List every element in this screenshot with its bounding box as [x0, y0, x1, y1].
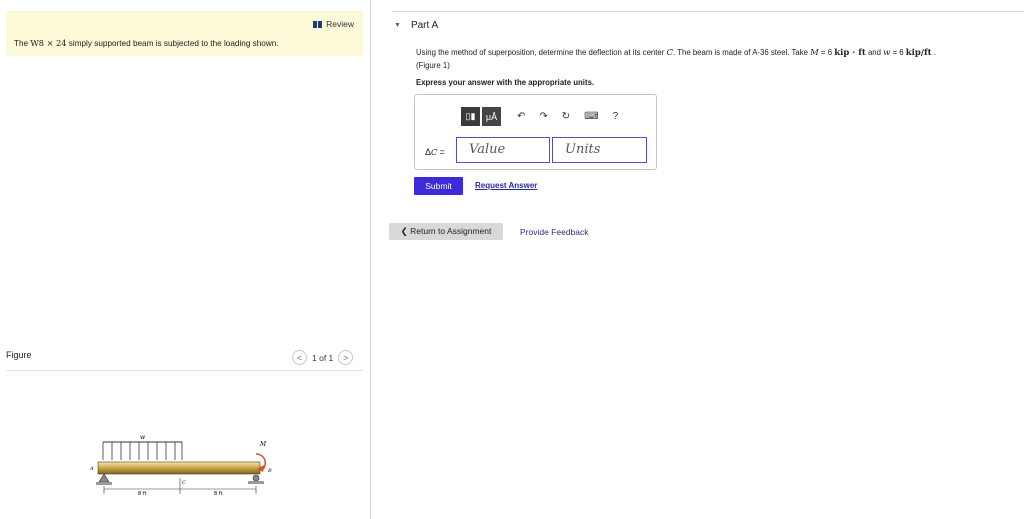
roller-support-b: [248, 474, 264, 484]
answer-label: ΔC =: [425, 147, 445, 157]
redo-icon[interactable]: ↷: [539, 111, 547, 122]
book-icon: [313, 20, 323, 28]
dim-right-label: 8 ft: [214, 491, 222, 497]
problem-statement-box: Review The W8 × 24 simply supported beam…: [6, 11, 363, 56]
templates-button[interactable]: ▯▮: [461, 107, 480, 126]
q-text-4: and: [865, 48, 884, 57]
problem-text: The W8 × 24 simply supported beam is sub…: [14, 38, 279, 48]
figure-divider: [6, 370, 363, 371]
provide-feedback-link[interactable]: Provide Feedback: [520, 227, 589, 237]
collapse-triangle-icon[interactable]: ▼: [394, 22, 401, 29]
answer-box: ▯▮ μÅ ↶ ↷ ↻ ⌨ ? ΔC = Value Units: [414, 94, 657, 170]
q-unit-2: kip/ft: [905, 48, 932, 58]
q-text-6: .: [931, 48, 936, 57]
dim-left-label: 8 ft: [138, 491, 146, 497]
problem-panel: Review The W8 × 24 simply supported beam…: [0, 0, 371, 519]
reset-icon[interactable]: ↻: [562, 111, 570, 122]
pin-support-a: [96, 473, 112, 485]
q-text-5: = 6: [890, 48, 906, 57]
undo-icon[interactable]: ↶: [517, 111, 525, 122]
submit-button[interactable]: Submit: [414, 177, 463, 195]
units-input[interactable]: Units: [552, 137, 647, 163]
figure-pager: < 1 of 1 >: [292, 350, 354, 365]
q-unit-1: kip · ft: [834, 48, 866, 58]
dimension-lines: [103, 478, 257, 494]
top-rule: [392, 11, 1024, 12]
beam-figure: w M A B C 8 ft 8 ft: [89, 434, 272, 497]
w-label: w: [140, 434, 146, 441]
q-var-m: M: [810, 48, 819, 58]
request-answer-link[interactable]: Request Answer: [475, 181, 537, 190]
return-to-assignment-button[interactable]: ❮ Return to Assignment: [389, 223, 503, 240]
problem-prefix: The: [14, 39, 31, 48]
distributed-load: [102, 441, 183, 460]
b-label: B: [267, 468, 272, 474]
c-label: C: [182, 480, 186, 486]
a-label: A: [89, 466, 94, 472]
beam-shape: W8 × 24: [30, 38, 67, 48]
prev-figure-button[interactable]: <: [292, 350, 307, 365]
instructions: Express your answer with the appropriate…: [416, 78, 595, 87]
next-figure-button[interactable]: >: [338, 350, 354, 365]
q-text-3: = 6: [818, 48, 835, 57]
part-title: Part A: [410, 20, 439, 31]
part-a-header[interactable]: ▼ Part A: [394, 20, 438, 31]
figure-reference-link[interactable]: (Figure 1): [416, 61, 450, 70]
beam: [97, 461, 261, 475]
m-label: M: [259, 441, 267, 448]
keyboard-icon[interactable]: ⌨: [584, 111, 598, 122]
units-button[interactable]: μÅ: [482, 107, 501, 126]
question-text: Using the method of superposition, deter…: [416, 48, 936, 58]
figure-label: Figure: [6, 350, 32, 360]
help-icon[interactable]: ?: [613, 111, 619, 122]
equals-sign: =: [437, 147, 445, 157]
review-link[interactable]: Review: [313, 19, 354, 29]
answer-toolbar: ▯▮ μÅ ↶ ↷ ↻ ⌨ ?: [461, 107, 618, 126]
q-text-1: Using the method of superposition, deter…: [416, 48, 667, 57]
q-text-2: . The beam is made of A-36 steel. Take: [673, 48, 811, 57]
question-panel: ▼ Part A Using the method of superpositi…: [372, 0, 1024, 519]
value-input[interactable]: Value: [456, 137, 550, 163]
review-label: Review: [326, 19, 354, 29]
pager-text: 1 of 1: [312, 352, 334, 363]
problem-suffix: simply supported beam is subjected to th…: [66, 39, 279, 48]
